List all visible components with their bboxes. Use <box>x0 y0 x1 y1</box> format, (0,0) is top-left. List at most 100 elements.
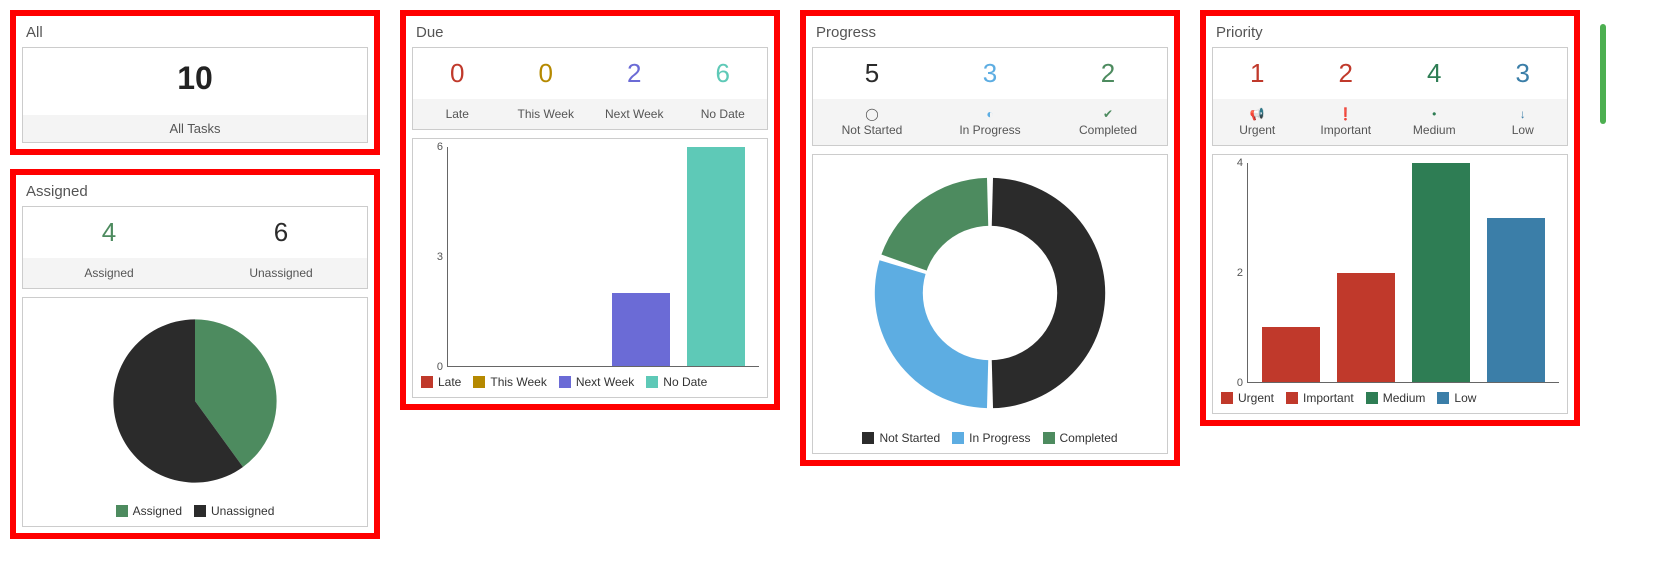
legend-item: This Week <box>473 375 546 389</box>
due-stats-box: 0 0 2 6 Late This Week Next Week No Date <box>412 47 768 130</box>
stat-in-progress[interactable]: 3 <box>931 48 1049 89</box>
swatch-icon <box>862 432 874 444</box>
panel-priority: Priority 1 2 4 3 📢Urgent ❗Important •Med… <box>1200 10 1580 426</box>
legend-label: Low <box>1454 391 1476 405</box>
bar[interactable] <box>612 293 670 366</box>
stat-low[interactable]: 3 <box>1479 48 1568 89</box>
legend-item: Completed <box>1043 431 1118 445</box>
stat-medium[interactable]: 4 <box>1390 48 1479 89</box>
legend-item: Assigned <box>116 504 182 518</box>
legend-label: Next Week <box>576 375 634 389</box>
legend-label: This Week <box>490 375 546 389</box>
stat-label: Next Week <box>590 99 679 129</box>
legend-label: Late <box>438 375 461 389</box>
y-axis: 024 <box>1221 163 1247 383</box>
legend-item: Low <box>1437 391 1476 405</box>
stat-label: No Date <box>679 99 768 129</box>
bar-plot <box>1247 163 1559 383</box>
down-icon: ↓ <box>1479 107 1568 121</box>
stat-no-date[interactable]: 6 <box>679 48 768 89</box>
circle-empty-icon: ◯ <box>813 107 931 121</box>
bar[interactable] <box>1412 163 1470 382</box>
legend-label: Important <box>1303 391 1354 405</box>
stat-value: 3 <box>983 58 997 88</box>
legend-item: Unassigned <box>194 504 274 518</box>
legend-label: Completed <box>1060 431 1118 445</box>
legend-item: In Progress <box>952 431 1030 445</box>
assigned-stats-box: 4 6 Assigned Unassigned <box>22 206 368 289</box>
legend-label: Assigned <box>133 504 182 518</box>
pie-chart-svg <box>110 316 280 486</box>
legend-label: In Progress <box>969 431 1030 445</box>
stat-value: 2 <box>1101 58 1115 88</box>
legend-item: Late <box>421 375 461 389</box>
bar[interactable] <box>687 147 745 366</box>
bar[interactable] <box>1487 218 1545 382</box>
progress-stats-box: 5 3 2 ◯Not Started ◐In Progress ✔Complet… <box>812 47 1168 146</box>
legend-label: Medium <box>1383 391 1426 405</box>
all-tasks-box[interactable]: 10 All Tasks <box>22 47 368 143</box>
stat-unassigned[interactable]: 6 <box>195 207 367 248</box>
donut-chart-svg <box>870 173 1110 413</box>
legend-item: No Date <box>646 375 707 389</box>
stat-value: 3 <box>1516 58 1530 88</box>
legend-item: Urgent <box>1221 391 1274 405</box>
stat-completed[interactable]: 2 <box>1049 48 1167 89</box>
stat-value: 4 <box>102 217 116 247</box>
swatch-icon <box>421 376 433 388</box>
stat-next-week[interactable]: 2 <box>590 48 679 89</box>
stat-label: 📢Urgent <box>1213 99 1302 145</box>
legend-item: Next Week <box>559 375 634 389</box>
panel-title: All <box>22 22 368 47</box>
stat-important[interactable]: 2 <box>1302 48 1391 89</box>
legend-label: No Date <box>663 375 707 389</box>
stat-label: ◐In Progress <box>931 99 1049 145</box>
stat-value: 5 <box>865 58 879 88</box>
panel-title: Priority <box>1212 22 1568 47</box>
stat-value: 0 <box>539 58 553 88</box>
assigned-pie-chart: Assigned Unassigned <box>22 297 368 527</box>
stat-value: 2 <box>627 58 641 88</box>
bar-plot <box>447 147 759 367</box>
priority-stats-box: 1 2 4 3 📢Urgent ❗Important •Medium ↓Low <box>1212 47 1568 146</box>
stat-value: 4 <box>1427 58 1441 88</box>
scrollbar-indicator[interactable] <box>1600 24 1606 124</box>
stat-value: 6 <box>716 58 730 88</box>
stat-label: ◯Not Started <box>813 99 931 145</box>
swatch-icon <box>646 376 658 388</box>
swatch-icon <box>1221 392 1233 404</box>
legend-label: Urgent <box>1238 391 1274 405</box>
progress-donut-chart: Not Started In Progress Completed <box>812 154 1168 454</box>
bar[interactable] <box>1337 273 1395 383</box>
swatch-icon <box>559 376 571 388</box>
stat-value: 2 <box>1339 58 1353 88</box>
stat-assigned[interactable]: 4 <box>23 207 195 248</box>
swatch-icon <box>473 376 485 388</box>
swatch-icon <box>194 505 206 517</box>
stat-not-started[interactable]: 5 <box>813 48 931 89</box>
panel-title: Progress <box>812 22 1168 47</box>
stat-late[interactable]: 0 <box>413 48 502 89</box>
panel-all: All 10 All Tasks <box>10 10 380 155</box>
stat-label: ❗Important <box>1302 99 1391 145</box>
exclaim-icon: ❗ <box>1302 107 1391 121</box>
priority-bar-chart: 024 Urgent Important Medium Low <box>1212 154 1568 414</box>
swatch-icon <box>1286 392 1298 404</box>
megaphone-icon: 📢 <box>1213 107 1302 121</box>
all-tasks-label: All Tasks <box>23 115 367 142</box>
panel-assigned: Assigned 4 6 Assigned Unassigned <box>10 169 380 539</box>
stat-label: •Medium <box>1390 99 1479 145</box>
stat-value: 0 <box>450 58 464 88</box>
swatch-icon <box>1437 392 1449 404</box>
stat-urgent[interactable]: 1 <box>1213 48 1302 89</box>
panel-title: Due <box>412 22 768 47</box>
stat-label: Assigned <box>23 258 195 288</box>
y-axis: 036 <box>421 147 447 367</box>
bar[interactable] <box>1262 327 1320 382</box>
stat-label: ✔Completed <box>1049 99 1167 145</box>
legend-item: Not Started <box>862 431 940 445</box>
stat-this-week[interactable]: 0 <box>502 48 591 89</box>
panel-progress: Progress 5 3 2 ◯Not Started ◐In Progress… <box>800 10 1180 466</box>
stat-label: Late <box>413 99 502 129</box>
stat-label: Unassigned <box>195 258 367 288</box>
